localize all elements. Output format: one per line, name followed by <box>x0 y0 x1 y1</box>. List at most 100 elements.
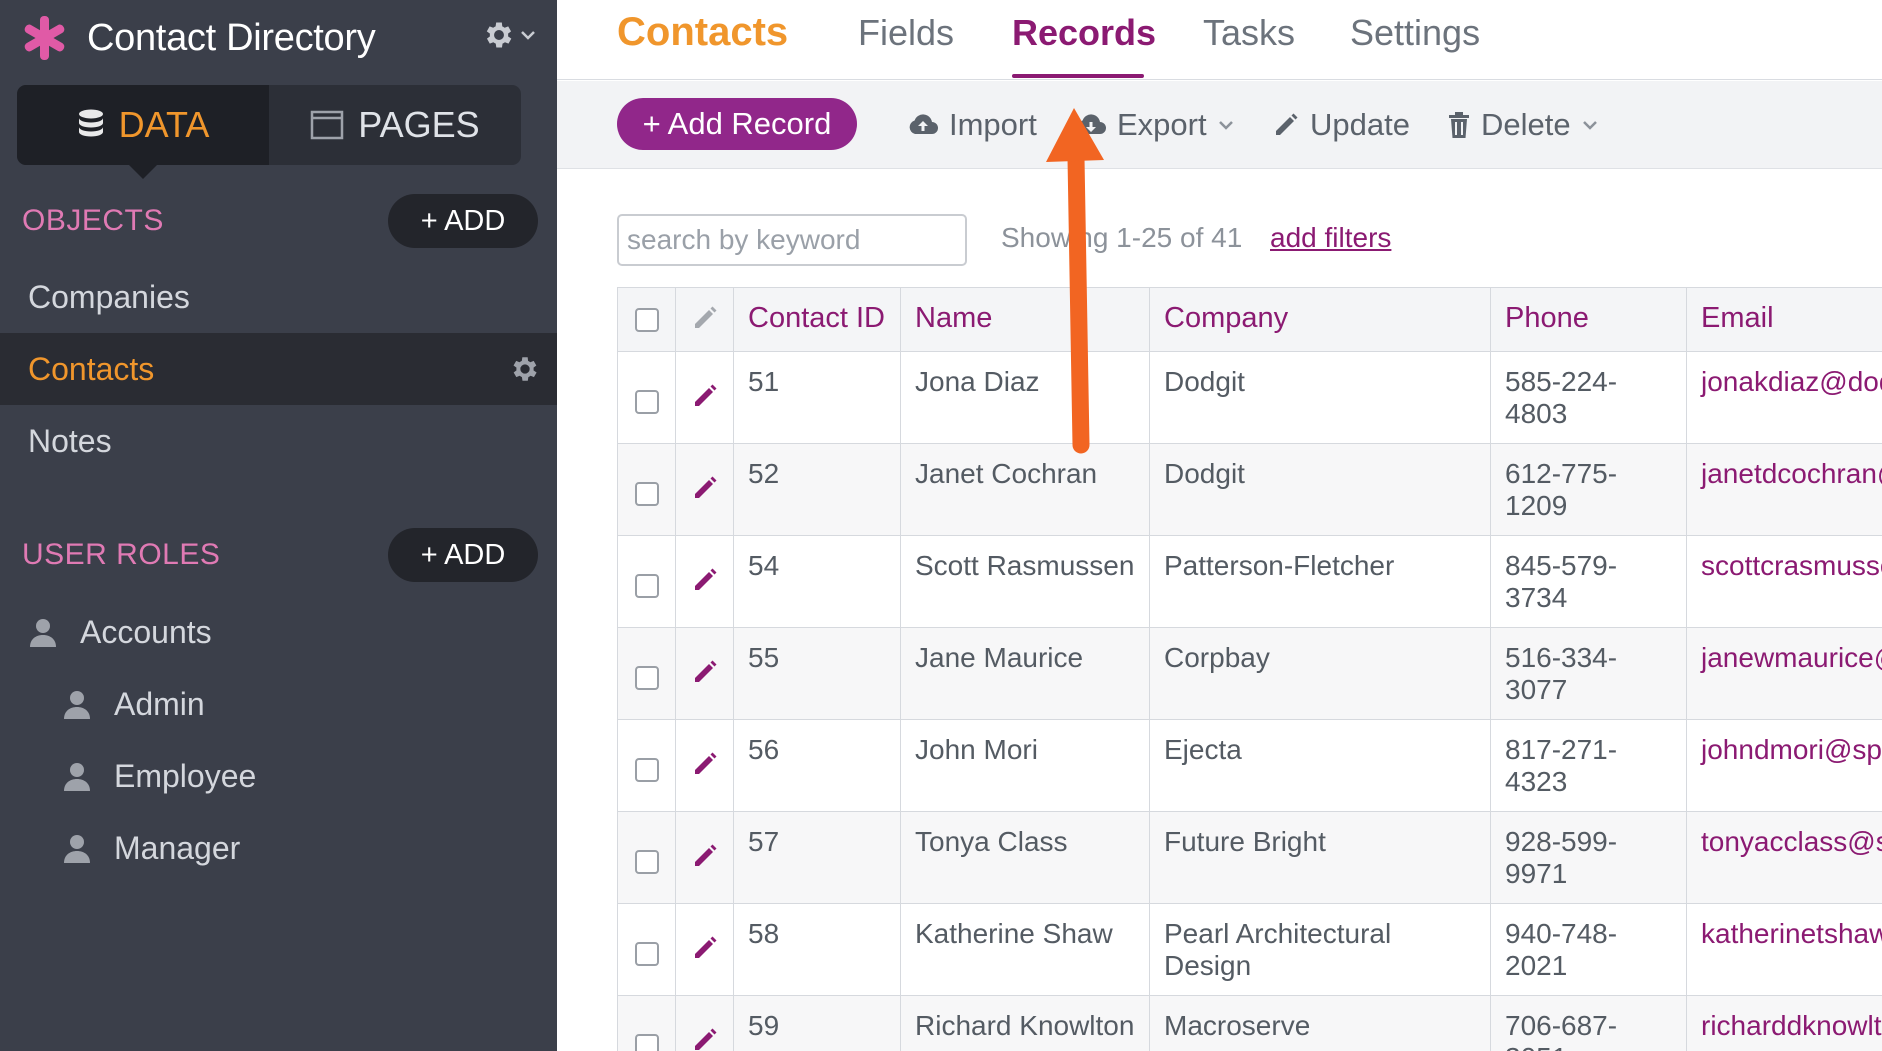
app-header: Contact Directory <box>20 10 537 66</box>
select-all-cell <box>617 287 676 352</box>
cell-contact-id: 58 <box>733 903 901 996</box>
table-row: 55 Jane Maurice Corpbay 516-334-3077 jan… <box>617 627 1882 720</box>
cloud-upload-icon <box>909 114 938 134</box>
user-icon <box>64 835 90 863</box>
column-header-contact-id[interactable]: Contact ID <box>733 287 901 352</box>
column-header-company[interactable]: Company <box>1149 287 1491 352</box>
import-label: Import <box>949 107 1037 142</box>
mode-pages-button[interactable]: PAGES <box>269 85 521 165</box>
add-filters-link[interactable]: add filters <box>1270 222 1391 254</box>
update-label: Update <box>1310 107 1410 142</box>
select-all-checkbox[interactable] <box>634 308 659 332</box>
tab-fields[interactable]: Fields <box>858 12 954 54</box>
column-header-phone[interactable]: Phone <box>1490 287 1687 352</box>
table-row: 57 Tonya Class Future Bright 928-599-997… <box>617 811 1882 904</box>
cell-email[interactable]: katherinetshaw <box>1686 903 1882 996</box>
table-header-row: Contact ID Name Company Phone Email <box>617 287 1882 352</box>
cell-phone: 516-334-3077 <box>1490 627 1687 720</box>
tab-settings[interactable]: Settings <box>1350 12 1480 54</box>
mode-data-button[interactable]: DATA <box>17 85 269 179</box>
edit-pencil-icon[interactable] <box>691 474 719 502</box>
row-edit-cell <box>675 627 734 720</box>
objects-section-header: OBJECTS + ADD <box>22 193 538 249</box>
row-checkbox[interactable] <box>634 1034 659 1051</box>
sidebar-item-label: Companies <box>28 278 190 315</box>
row-checkbox[interactable] <box>634 390 659 414</box>
records-table: Contact ID Name Company Phone Email 51 J… <box>617 287 1882 1051</box>
cell-company: Dodgit <box>1149 443 1491 536</box>
edit-pencil-icon[interactable] <box>691 566 719 594</box>
role-item-accounts[interactable]: Accounts <box>28 596 212 668</box>
cell-phone: 928-599-9971 <box>1490 811 1687 904</box>
object-title-tab[interactable]: Contacts <box>617 10 788 55</box>
asterisk-logo-icon <box>24 16 65 60</box>
edit-pencil-icon[interactable] <box>691 842 719 870</box>
cell-email[interactable]: janetdcochran@dodgit.com <box>1686 443 1882 536</box>
gear-icon <box>486 22 512 48</box>
add-record-button[interactable]: + Add Record <box>617 98 857 150</box>
row-select-cell <box>617 903 676 996</box>
pencil-icon <box>694 306 716 328</box>
cell-name: Jona Diaz <box>900 351 1150 444</box>
pagination-summary: Showing 1-25 of 41 <box>1001 222 1243 253</box>
cell-name: Scott Rasmussen <box>900 535 1150 628</box>
row-edit-cell <box>675 535 734 628</box>
cell-name: John Mori <box>900 719 1150 812</box>
row-checkbox[interactable] <box>634 666 659 690</box>
cell-phone: 612-775-1209 <box>1490 443 1687 536</box>
chevron-down-icon <box>1218 121 1233 130</box>
edit-pencil-icon[interactable] <box>691 1026 719 1051</box>
objects-label: OBJECTS <box>22 204 164 237</box>
cell-email[interactable]: johndmori@spa <box>1686 719 1882 812</box>
delete-button[interactable]: Delete <box>1447 102 1599 148</box>
edit-column-header <box>675 287 734 352</box>
column-header-email[interactable]: Email <box>1686 287 1882 352</box>
row-edit-cell <box>675 903 734 996</box>
row-edit-cell <box>675 719 734 812</box>
object-settings-gear-icon[interactable] <box>509 353 541 393</box>
cell-email[interactable]: tonyacclass@sp <box>1686 811 1882 904</box>
row-checkbox[interactable] <box>634 850 659 874</box>
search-input[interactable] <box>617 214 967 266</box>
add-user-role-button[interactable]: + ADD <box>388 528 538 582</box>
row-select-cell <box>617 627 676 720</box>
sidebar-item-companies[interactable]: Companies <box>0 261 557 333</box>
sidebar-item-contacts[interactable]: Contacts <box>0 333 557 405</box>
row-checkbox[interactable] <box>634 482 659 506</box>
table-row: 52 Janet Cochran Dodgit 612-775-1209 jan… <box>617 443 1882 536</box>
tab-records[interactable]: Records <box>1012 12 1156 54</box>
cell-email[interactable]: richarddknowlt <box>1686 995 1882 1051</box>
tab-tasks[interactable]: Tasks <box>1203 12 1295 54</box>
role-item-manager[interactable]: Manager <box>62 812 240 884</box>
cell-email[interactable]: janewmaurice@ <box>1686 627 1882 720</box>
role-item-admin[interactable]: Admin <box>62 668 205 740</box>
role-item-employee[interactable]: Employee <box>62 740 256 812</box>
edit-pencil-icon[interactable] <box>691 382 719 410</box>
export-button[interactable]: Export <box>1075 102 1235 148</box>
cell-name: Janet Cochran <box>900 443 1150 536</box>
row-checkbox[interactable] <box>634 574 659 598</box>
browser-window-icon <box>311 110 344 140</box>
app-settings-menu[interactable] <box>482 18 537 52</box>
row-checkbox[interactable] <box>634 758 659 782</box>
update-button[interactable]: Update <box>1272 102 1410 148</box>
edit-pencil-icon[interactable] <box>691 658 719 686</box>
role-label: Employee <box>114 757 257 794</box>
cell-email[interactable]: scottcrasmussen@ <box>1686 535 1882 628</box>
import-button[interactable]: Import <box>907 102 1037 148</box>
cell-name: Richard Knowlton <box>900 995 1150 1051</box>
add-object-button[interactable]: + ADD <box>388 194 538 248</box>
column-header-name[interactable]: Name <box>900 287 1150 352</box>
cell-email[interactable]: jonakdiaz@dodgit.com <box>1686 351 1882 444</box>
chevron-down-icon <box>521 31 535 40</box>
cell-contact-id: 59 <box>733 995 901 1051</box>
edit-pencil-icon[interactable] <box>691 750 719 778</box>
cell-phone: 940-748-2021 <box>1490 903 1687 996</box>
sidebar-item-notes[interactable]: Notes <box>0 405 557 477</box>
delete-label: Delete <box>1481 107 1571 142</box>
row-checkbox[interactable] <box>634 942 659 966</box>
row-select-cell <box>617 995 676 1051</box>
records-table-container: Contact ID Name Company Phone Email 51 J… <box>617 287 1882 1051</box>
edit-pencil-icon[interactable] <box>691 934 719 962</box>
sidebar-item-label: Notes <box>28 422 112 459</box>
